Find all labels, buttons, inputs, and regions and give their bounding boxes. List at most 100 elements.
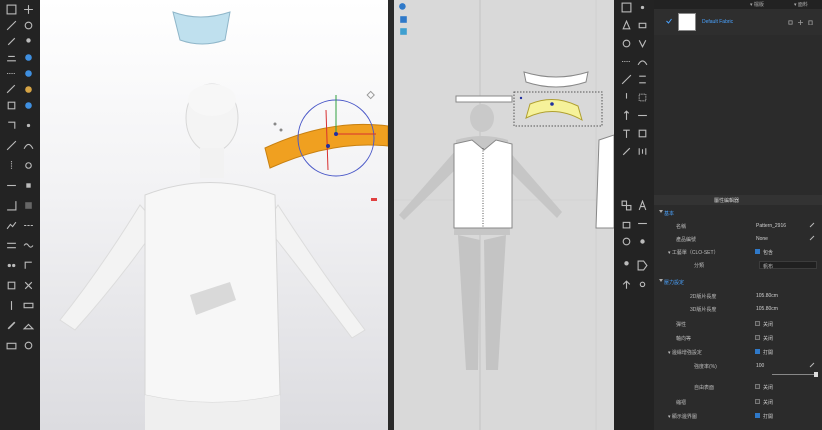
simulate-icon[interactable]	[22, 68, 35, 79]
zoom-icon[interactable]	[397, 2, 410, 13]
hanger-icon[interactable]	[22, 320, 35, 331]
transform-icon[interactable]	[5, 20, 18, 31]
lock-icon[interactable]	[620, 218, 633, 229]
prop-row-category: 分類 帆布	[654, 259, 822, 271]
pattern-select-icon[interactable]	[620, 2, 633, 13]
flip-icon[interactable]	[636, 218, 649, 229]
circle-icon[interactable]	[620, 38, 633, 49]
collapse-icon[interactable]	[659, 279, 663, 282]
export-icon[interactable]	[620, 280, 633, 291]
3d-viewport[interactable]	[40, 0, 388, 430]
user-icon[interactable]	[636, 280, 649, 291]
offset-icon[interactable]	[636, 74, 649, 85]
mannequin-icon[interactable]	[620, 260, 633, 271]
trace-icon[interactable]	[620, 146, 633, 157]
sew-icon[interactable]	[620, 56, 633, 67]
brush-icon[interactable]	[5, 36, 18, 47]
grade-icon[interactable]	[5, 200, 18, 211]
prop-label: 2D版片長度	[690, 294, 717, 300]
fold-line-icon[interactable]	[636, 110, 649, 121]
section-pressure[interactable]: 壓力設定	[654, 276, 822, 288]
avatar-icon[interactable]	[22, 52, 35, 63]
settings-icon[interactable]	[636, 236, 649, 247]
fold-arrange-icon[interactable]	[22, 260, 35, 271]
strengthen-icon[interactable]	[5, 280, 18, 291]
free-surface-checkbox[interactable]	[755, 384, 760, 389]
pin-icon[interactable]	[22, 36, 35, 47]
polygon-icon[interactable]	[620, 20, 633, 31]
shrink-icon[interactable]	[22, 280, 35, 291]
symmetry-icon[interactable]	[5, 300, 18, 311]
strength-slider[interactable]	[654, 368, 822, 380]
render-icon[interactable]	[22, 340, 35, 351]
sew-free-icon[interactable]	[636, 56, 649, 67]
trim-icon[interactable]	[22, 180, 35, 191]
move-icon[interactable]	[22, 4, 35, 15]
pucker-icon[interactable]	[22, 240, 35, 251]
prop-label: 產品編號	[676, 237, 697, 243]
pleat-checkbox[interactable]	[755, 399, 760, 404]
camera-icon[interactable]	[5, 340, 18, 351]
pattern-arrange-icon[interactable]	[620, 200, 633, 211]
view-mode-icon[interactable]	[397, 26, 410, 37]
measure-icon[interactable]	[5, 84, 18, 95]
line-icon[interactable]	[5, 140, 18, 151]
grain-icon[interactable]	[620, 110, 633, 121]
rotate-icon[interactable]	[22, 20, 35, 31]
ruler-icon[interactable]	[22, 300, 35, 311]
tab-pattern[interactable]: ▾ 檔版	[750, 1, 764, 8]
category-select[interactable]: 帆布	[759, 261, 817, 270]
collapse-icon[interactable]	[659, 210, 663, 213]
topstitch-icon[interactable]	[5, 240, 18, 251]
elastic-checkbox[interactable]	[755, 321, 760, 326]
text-icon[interactable]	[620, 128, 633, 139]
notch-icon[interactable]	[620, 92, 633, 103]
edge-strength-checkbox[interactable]	[755, 349, 760, 354]
globe-icon[interactable]	[22, 100, 35, 111]
tape-icon[interactable]	[5, 180, 18, 191]
button-icon[interactable]	[22, 160, 35, 171]
point-icon[interactable]	[22, 120, 35, 131]
curve-icon[interactable]	[22, 140, 35, 151]
edit-icon[interactable]	[809, 235, 815, 241]
fabric-list-item[interactable]: Default Fabric	[654, 9, 822, 35]
letter-a-icon[interactable]	[636, 200, 649, 211]
zip-icon[interactable]	[5, 160, 18, 171]
seam-icon[interactable]	[5, 68, 18, 79]
delete-icon[interactable]	[808, 20, 813, 25]
tab-fabric[interactable]: ▾ 面料	[794, 1, 808, 8]
tag-icon[interactable]	[636, 260, 649, 271]
tack-icon[interactable]	[5, 260, 18, 271]
layer-icon[interactable]	[397, 14, 410, 25]
display-outline-checkbox[interactable]	[755, 413, 760, 418]
circle-tool-icon[interactable]	[620, 236, 633, 247]
add-icon[interactable]	[798, 20, 803, 25]
edit-icon[interactable]	[809, 222, 815, 228]
rectangle-icon[interactable]	[636, 20, 649, 31]
edit-pattern-icon[interactable]	[5, 120, 18, 131]
fabric-swatch[interactable]	[678, 13, 696, 31]
craft-sheet-checkbox[interactable]	[755, 249, 760, 254]
slider-handle[interactable]	[814, 372, 818, 377]
lamp-icon[interactable]	[22, 84, 35, 95]
pattern-name-field[interactable]: Pattern_2916	[756, 223, 786, 229]
align-icon[interactable]	[636, 146, 649, 157]
select-mesh-icon[interactable]	[5, 4, 18, 15]
2d-pattern-window[interactable]	[394, 0, 614, 430]
texture-icon[interactable]	[22, 200, 35, 211]
copy-icon[interactable]	[788, 20, 793, 25]
section-basic[interactable]: 基本	[654, 207, 822, 219]
stitch-icon[interactable]	[22, 220, 35, 231]
product-code-field[interactable]: None	[756, 236, 768, 242]
fold-icon[interactable]	[5, 52, 18, 63]
arrange-icon[interactable]	[5, 100, 18, 111]
graphic-icon[interactable]	[5, 220, 18, 231]
annotation-icon[interactable]	[636, 128, 649, 139]
knife-icon[interactable]	[5, 320, 18, 331]
edit-point-icon[interactable]	[636, 2, 649, 13]
slider-track[interactable]	[772, 374, 816, 375]
fold-checkbox[interactable]	[755, 335, 760, 340]
internal-line-icon[interactable]	[620, 74, 633, 85]
seam-allowance-icon[interactable]	[636, 92, 649, 103]
dart-icon[interactable]	[636, 38, 649, 49]
